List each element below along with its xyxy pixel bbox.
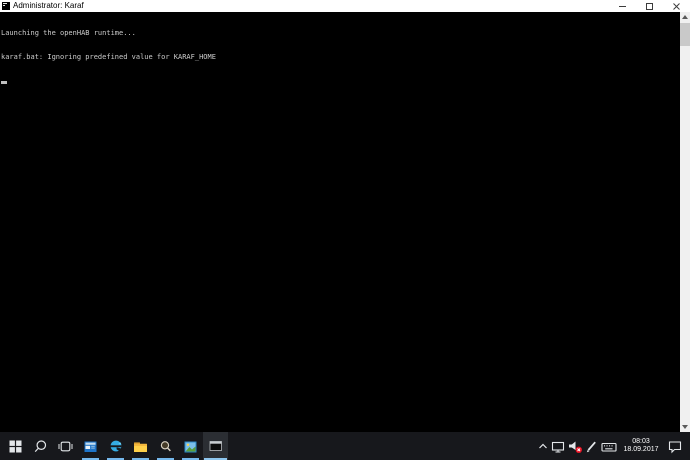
hidden-icons-button[interactable]: [536, 432, 550, 460]
volume-button[interactable]: [567, 432, 584, 460]
window-titlebar: Administrator: Karaf: [0, 0, 690, 12]
maximize-button[interactable]: [636, 0, 663, 12]
console-line: Launching the openHAB runtime...: [1, 29, 216, 37]
taskbar-button-file-explorer[interactable]: [128, 432, 153, 460]
blue-window-app-icon: [83, 439, 98, 454]
minimize-button[interactable]: [609, 0, 636, 12]
close-button[interactable]: [663, 0, 690, 12]
system-tray: 08:03 18.09.2017: [536, 432, 690, 460]
search-icon: [33, 439, 48, 454]
taskbar: 08:03 18.09.2017: [0, 432, 690, 460]
cmd-icon: [2, 2, 10, 10]
start-button[interactable]: [3, 432, 28, 460]
taskbar-button-photos[interactable]: [178, 432, 203, 460]
photos-icon: [183, 439, 198, 454]
windows-logo-icon: [9, 440, 22, 453]
console-viewport[interactable]: Launching the openHAB runtime... karaf.b…: [0, 12, 690, 432]
taskbar-button-command-prompt[interactable]: [203, 432, 228, 460]
search-button[interactable]: [28, 432, 53, 460]
scroll-down-button[interactable]: [680, 422, 690, 432]
desktop-screen: Administrator: Karaf Launchin: [0, 0, 690, 460]
action-center-button[interactable]: [664, 432, 686, 460]
touch-keyboard-icon: [601, 439, 617, 454]
taskbar-button-pinned-app-window[interactable]: [78, 432, 103, 460]
maximize-icon: [645, 2, 654, 11]
action-center-icon: [667, 438, 683, 454]
console-window-icon: [208, 438, 224, 454]
console-line: karaf.bat: Ignoring predefined value for…: [1, 53, 216, 61]
close-icon: [672, 2, 681, 11]
edge-icon: [108, 438, 124, 454]
windows-ink-button[interactable]: [584, 432, 599, 460]
pen-icon: [585, 439, 598, 453]
folder-icon: [133, 439, 148, 454]
dark-magnifier-icon: [158, 439, 173, 454]
taskbar-button-search-tool[interactable]: [153, 432, 178, 460]
clock-time: 08:03: [632, 438, 650, 446]
volume-muted-icon: [568, 439, 583, 454]
taskbar-button-edge[interactable]: [103, 432, 128, 460]
scroll-up-button[interactable]: [680, 12, 690, 22]
network-icon: [551, 439, 566, 454]
minimize-icon: [618, 2, 627, 11]
console-cursor: [1, 81, 7, 84]
window-title: Administrator: Karaf: [13, 0, 84, 12]
task-view-button[interactable]: [53, 432, 78, 460]
scroll-down-arrow-icon: [682, 425, 688, 429]
console-output: Launching the openHAB runtime... karaf.b…: [1, 13, 216, 100]
taskbar-clock[interactable]: 08:03 18.09.2017: [618, 432, 664, 460]
scroll-up-arrow-icon: [682, 15, 688, 19]
network-button[interactable]: [550, 432, 567, 460]
caption-buttons: [609, 0, 690, 12]
scrollbar-thumb[interactable]: [680, 23, 690, 46]
hidden-icons-chevron-icon: [537, 440, 549, 452]
task-view-icon: [58, 439, 73, 454]
touch-keyboard-button[interactable]: [599, 432, 618, 460]
vertical-scrollbar[interactable]: [680, 12, 690, 432]
clock-date: 18.09.2017: [623, 446, 658, 454]
